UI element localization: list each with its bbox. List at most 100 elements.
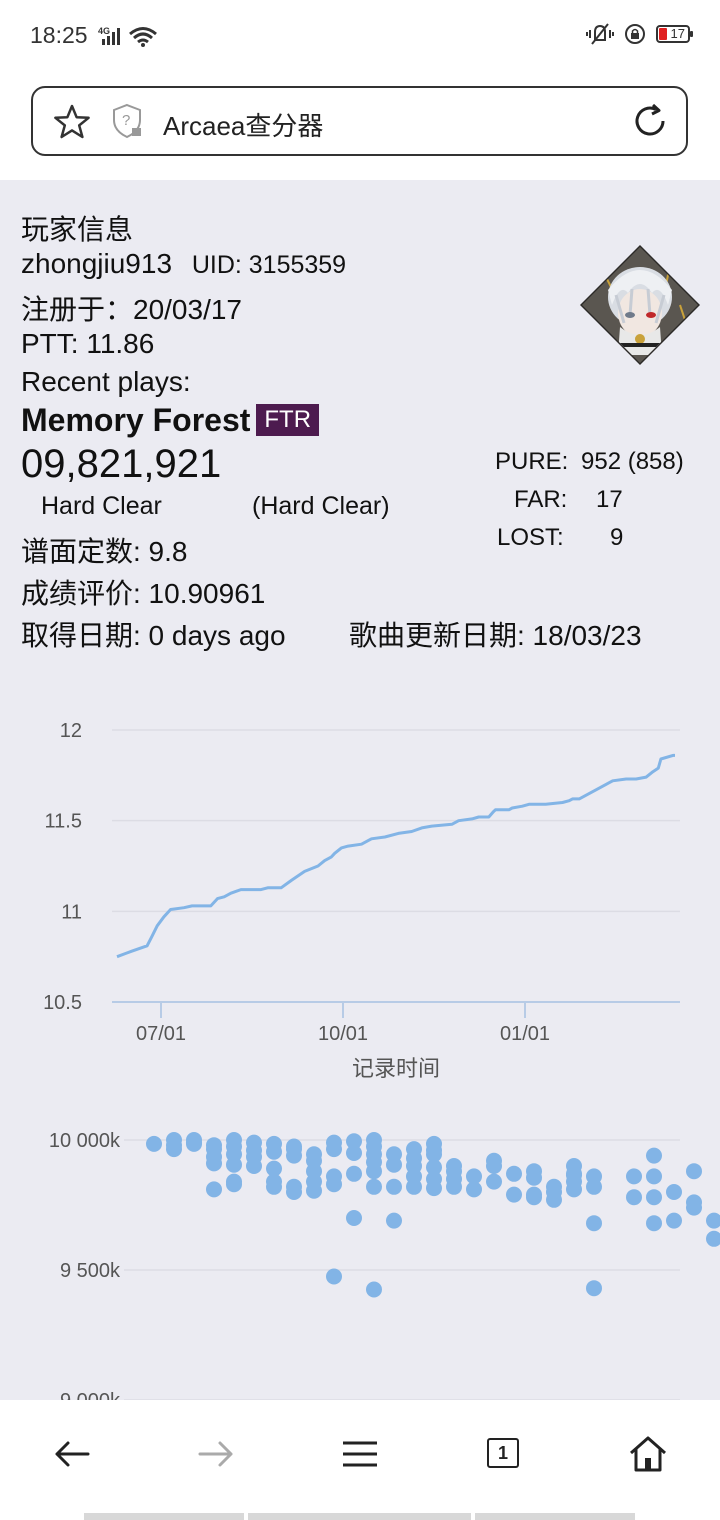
difficulty-badge: FTR (256, 404, 320, 436)
pure-value: 952 (858) (581, 448, 684, 475)
lost-value: 9 (610, 524, 624, 551)
clear-type: Hard Clear (41, 492, 162, 520)
score-point (386, 1178, 402, 1195)
player-ptt: PTT: 11.86 (21, 328, 155, 359)
pure-label: PURE: (495, 448, 569, 475)
x-tick-label: 07/01 (136, 1023, 186, 1045)
score-point (186, 1135, 202, 1152)
score-point (326, 1268, 342, 1285)
score-point (146, 1135, 162, 1152)
far-value: 17 (596, 486, 623, 513)
back-arrow-icon[interactable] (52, 1434, 92, 1474)
score-point (466, 1168, 482, 1185)
security-shield-icon[interactable]: ? (111, 103, 143, 139)
chart-constant: 谱面定数: 9.8 (21, 536, 188, 567)
score-point (586, 1178, 602, 1195)
score-point (626, 1168, 642, 1185)
wifi-icon (129, 27, 157, 47)
score-point (226, 1156, 242, 1173)
forward-arrow-icon[interactable] (196, 1434, 236, 1474)
url-text[interactable]: Arcaea查分器 (163, 106, 323, 143)
far-label: FAR: (514, 486, 568, 513)
score-point (346, 1165, 362, 1182)
play-rating: 成绩评价: 10.90961 (21, 578, 266, 609)
song-updated-date: 歌曲更新日期: 18/03/23 (349, 620, 642, 651)
score-point (646, 1147, 662, 1164)
gesture-bar-segment (248, 1513, 471, 1520)
score-point (706, 1212, 720, 1229)
score-point (586, 1215, 602, 1232)
score-point (266, 1178, 282, 1195)
reload-icon[interactable] (632, 103, 668, 139)
status-time: 18:25 (30, 22, 88, 48)
score-point (326, 1176, 342, 1193)
bottom-navigation: 1 (0, 1400, 720, 1520)
score-point (226, 1173, 242, 1190)
score-point (646, 1168, 662, 1185)
status-right: 17 (586, 22, 693, 46)
score-point (526, 1169, 542, 1186)
player-name-row: zhongjiu913 UID: 3155359 (21, 248, 346, 280)
score-point (706, 1230, 720, 1247)
score-point (506, 1165, 522, 1182)
page-content: 玩家信息 zhongjiu913 UID: 3155359 注册于：20/03/… (0, 180, 720, 1400)
y-tick-label: 9 000k (60, 1390, 121, 1400)
x-tick-label: 10/01 (318, 1023, 368, 1045)
score-point (286, 1147, 302, 1164)
score-point (486, 1173, 502, 1190)
score-point (526, 1186, 542, 1203)
score-point (206, 1155, 222, 1172)
x-tick-label: 01/01 (500, 1023, 550, 1045)
score-point (426, 1180, 442, 1197)
score-point (666, 1184, 682, 1200)
score-point (686, 1163, 702, 1180)
score-point (586, 1280, 602, 1297)
song-title: Memory Forest (21, 402, 251, 438)
x-axis-title: 记录时间 (352, 1056, 440, 1081)
score-point (646, 1189, 662, 1206)
score-point (486, 1158, 502, 1174)
gesture-bar-segment (84, 1513, 244, 1520)
register-date: 注册于：20/03/17 (21, 294, 242, 325)
player-name: zhongjiu913 (21, 248, 173, 279)
menu-icon[interactable] (340, 1434, 380, 1474)
score-point (206, 1181, 222, 1198)
best-clear-type: (Hard Clear) (252, 492, 390, 520)
recent-plays-label: Recent plays: (21, 366, 191, 397)
gesture-bar-segment (475, 1513, 635, 1520)
score-point (446, 1178, 462, 1195)
svg-text:4G: 4G (98, 26, 110, 36)
y-tick-label: 12 (60, 720, 82, 742)
player-uid: UID: 3155359 (191, 251, 347, 279)
score-point (406, 1178, 422, 1195)
score-point (326, 1141, 342, 1158)
score-point (286, 1184, 302, 1200)
rotation-lock-icon (625, 24, 645, 44)
score-point (366, 1281, 382, 1298)
vibrate-mute-icon (586, 23, 614, 45)
y-tick-label: 10.5 (43, 992, 82, 1014)
score-point (366, 1163, 382, 1180)
home-icon[interactable] (628, 1434, 668, 1474)
address-bar[interactable]: ? Arcaea查分器 (31, 86, 688, 156)
tabs-count-icon[interactable]: 1 (487, 1438, 519, 1468)
score-point (386, 1156, 402, 1173)
score-point (166, 1141, 182, 1158)
score-point (506, 1186, 522, 1203)
score-point (346, 1210, 362, 1226)
score-point (346, 1145, 362, 1161)
score-point (626, 1189, 642, 1206)
score-point (566, 1181, 582, 1198)
signal-icon: 4G (98, 26, 120, 45)
score-point (646, 1215, 662, 1232)
ptt-history-chart: 12 11.5 11 10.5 07/01 10/01 01/01 记录时间 (43, 720, 680, 1081)
score-point (546, 1191, 562, 1208)
obtained-date: 取得日期: 0 days ago (21, 620, 286, 651)
y-tick-label: 9 500k (60, 1260, 121, 1282)
svg-text:?: ? (122, 112, 130, 129)
score-point (306, 1182, 322, 1199)
bookmark-star-icon[interactable] (53, 104, 91, 140)
y-tick-label: 10 000k (49, 1130, 121, 1152)
score-point (266, 1143, 282, 1160)
status-bar: 18:25 4G 17 (0, 0, 720, 72)
